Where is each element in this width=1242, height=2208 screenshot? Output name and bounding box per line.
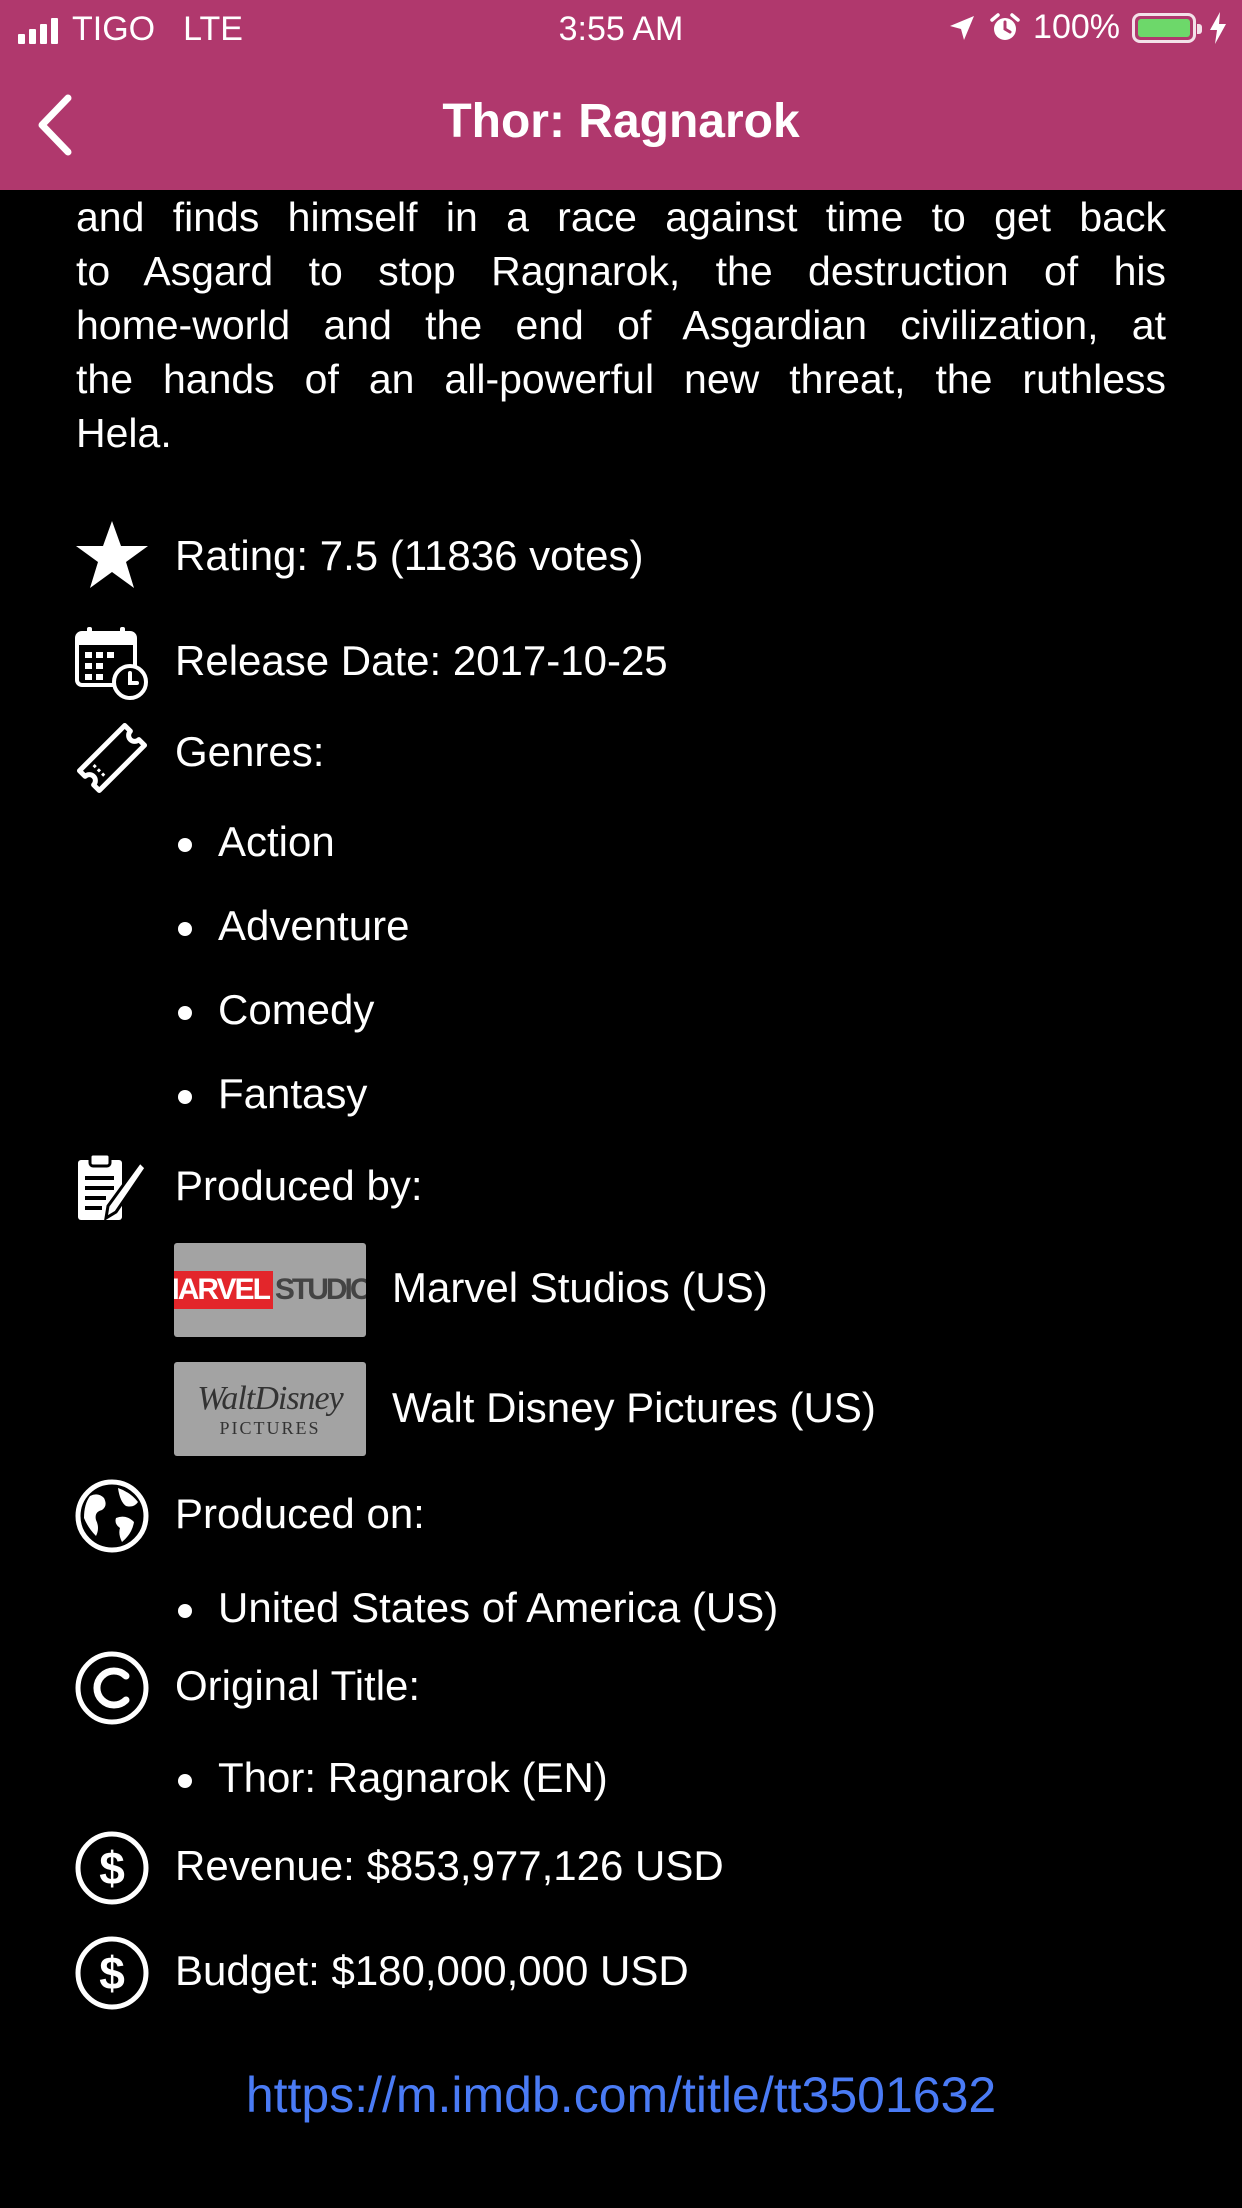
synopsis-line: and finds himself in a race against time… [76,194,1166,240]
dollar-icon: $ [75,1831,149,1905]
battery-icon [1132,12,1202,43]
disney-pictures-text: PICTURES [219,1417,321,1438]
svg-text:$: $ [99,1947,125,1999]
charging-bolt-icon [1210,11,1226,44]
country-bullet [178,1604,192,1618]
revenue-text: Revenue: $853,977,126 USD [175,1842,724,1889]
status-bar: TIGO LTE 3:55 AM 100% [0,0,1242,62]
battery-percent: 100% [1033,8,1120,46]
ticket-icon [76,722,148,794]
genre-bullet [178,1090,192,1104]
battery-fill [1138,18,1190,37]
release-date-text: Release Date: 2017-10-25 [175,637,668,684]
producers-label: Produced by: [175,1162,423,1209]
company-logo-marvel: MARVEL STUDIOS [174,1243,366,1337]
page-title: Thor: Ragnarok [442,95,800,148]
company-name: Marvel Studios (US) [392,1264,768,1311]
company-logo-disney: WaltDisney PICTURES [174,1362,366,1456]
header: TIGO LTE 3:55 AM 100% Thor: Ragnarok [0,0,1242,190]
synopsis: and finds himself in a race against time… [76,190,1166,460]
genres-label: Genres: [175,728,325,775]
company-name: Walt Disney Pictures (US) [392,1384,876,1431]
synopsis-line: to Asgard to stop Ragnarok, the destruct… [76,248,1166,294]
title-item: Thor: Ragnarok (EN) [218,1754,608,1801]
alarm-icon [990,12,1020,40]
imdb-link[interactable]: https://m.imdb.com/title/tt3501632 [0,2066,1242,2124]
genre-item: Fantasy [218,1070,368,1117]
status-right: 100% [947,8,1228,47]
clipboard-icon [78,1152,148,1221]
star-icon [76,521,148,588]
genre-item: Adventure [218,902,410,949]
studios-logo-text: STUDIOS [274,1273,366,1306]
genre-item: Action [218,818,335,865]
synopsis-line: Hela. [76,410,172,456]
marvel-logo-text: MARVEL [174,1271,273,1309]
genre-item: Comedy [218,986,375,1033]
calendar-icon [75,627,148,700]
svg-text:$: $ [99,1842,125,1894]
movie-detail-screen: TIGO LTE 3:55 AM 100% Thor: Ragnarok and… [0,0,1242,2208]
synopsis-line: the hands of an all-powerful new threat,… [76,356,1166,402]
location-arrow-icon [950,15,975,40]
genre-bullet [178,1006,192,1020]
genre-bullet [178,838,192,852]
dollar-icon: $ [75,1936,149,2010]
countries-label: Produced on: [175,1490,425,1537]
disney-logo-text: WaltDisney [197,1379,344,1417]
budget-text: Budget: $180,000,000 USD [175,1947,689,1994]
globe-icon [75,1479,149,1553]
original-title-label: Original Title: [175,1662,421,1709]
nav-bar: Thor: Ragnarok [0,62,1242,190]
genre-bullet [178,922,192,936]
copyright-icon [75,1651,149,1725]
synopsis-line: home-world and the end of Asgardian civi… [76,302,1166,348]
rating-text: Rating: 7.5 (11836 votes) [175,532,644,579]
title-bullet [178,1774,192,1788]
country-item: United States of America (US) [218,1584,779,1631]
